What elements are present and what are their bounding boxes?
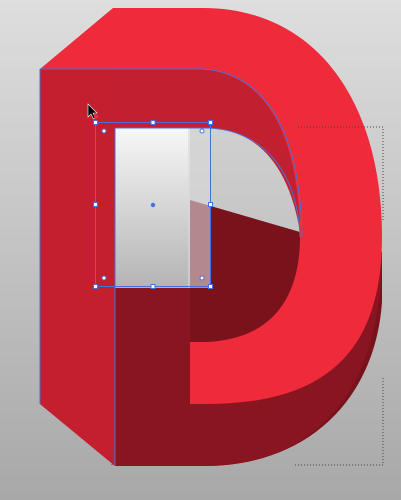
artwork-svg [0, 0, 401, 500]
corner-widget-bottom-left[interactable] [101, 275, 107, 281]
corner-widget-top-right[interactable] [199, 128, 205, 134]
handle-top-right[interactable] [208, 120, 213, 125]
d-stem-lower [115, 288, 190, 466]
handle-top-center[interactable] [150, 120, 156, 125]
d-inner-counter [115, 128, 190, 288]
corner-widget-top-left[interactable] [101, 128, 107, 134]
handle-middle-left[interactable] [93, 202, 98, 207]
center-point [150, 202, 156, 208]
handle-top-left[interactable] [93, 120, 98, 125]
handle-bottom-left[interactable] [93, 284, 98, 289]
handle-middle-right[interactable] [208, 202, 213, 207]
d-inner-counter-right [188, 128, 210, 288]
corner-widget-bottom-right[interactable] [199, 275, 205, 281]
handle-bottom-right[interactable] [208, 284, 213, 289]
handle-bottom-center[interactable] [150, 284, 156, 289]
artboard-canvas[interactable] [0, 0, 401, 500]
